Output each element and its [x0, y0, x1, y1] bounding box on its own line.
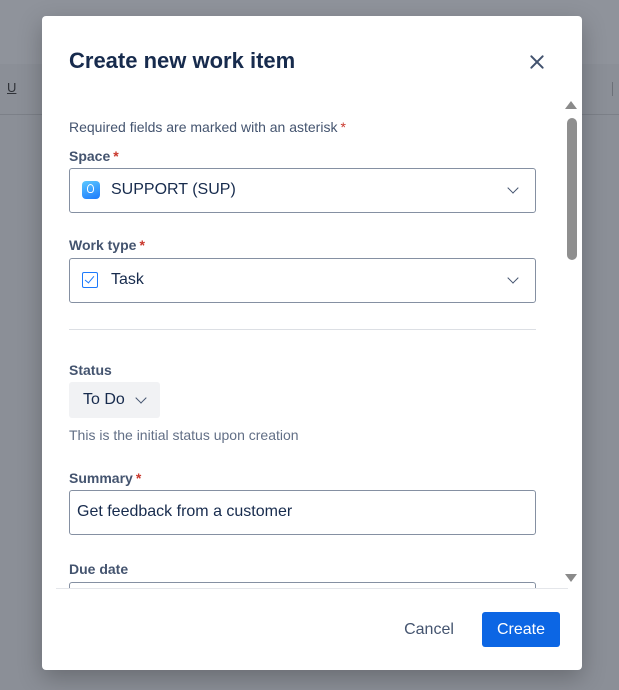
space-label: Space *	[69, 148, 119, 164]
required-asterisk: *	[340, 119, 346, 135]
status-help-text: This is the initial status upon creation	[69, 427, 299, 443]
summary-label: Summary *	[69, 470, 141, 486]
status-dropdown-button[interactable]: To Do	[69, 382, 160, 418]
create-button[interactable]: Create	[482, 612, 560, 647]
space-label-text: Space	[69, 148, 111, 164]
chevron-down-icon	[507, 272, 519, 284]
scrollbar-thumb[interactable]	[567, 118, 577, 260]
cancel-button[interactable]: Cancel	[388, 612, 470, 647]
underline-tool-icon: U	[7, 80, 17, 95]
toolbar-divider	[612, 82, 613, 96]
work-type-select-value: Task	[111, 271, 144, 288]
summary-input[interactable]: Get feedback from a customer	[69, 490, 536, 535]
status-label: Status	[69, 362, 112, 378]
status-value: To Do	[83, 391, 125, 408]
footer-divider	[56, 588, 568, 589]
status-label-text: Status	[69, 362, 112, 378]
work-type-select[interactable]: Task	[69, 258, 536, 303]
space-logo-icon	[82, 181, 100, 199]
required-fields-note: Required fields are marked with an aster…	[69, 119, 346, 135]
space-select-value: SUPPORT (SUP)	[111, 181, 236, 198]
space-select[interactable]: SUPPORT (SUP)	[69, 168, 536, 213]
required-asterisk: *	[135, 470, 142, 486]
dialog-title: Create new work item	[69, 48, 296, 73]
summary-label-text: Summary	[69, 470, 133, 486]
required-asterisk: *	[139, 237, 145, 253]
summary-input-value: Get feedback from a customer	[77, 503, 293, 520]
task-checkbox-icon	[82, 272, 98, 288]
required-note-text: Required fields are marked with an aster…	[69, 119, 338, 135]
scroll-down-arrow-icon[interactable]	[565, 574, 577, 582]
work-type-label: Work type *	[69, 237, 145, 253]
due-date-label: Due date	[69, 561, 128, 577]
close-icon[interactable]	[525, 50, 549, 74]
section-divider	[69, 329, 536, 330]
chevron-down-icon	[507, 182, 519, 194]
create-work-item-dialog: Create new work item Required fields are…	[42, 16, 582, 670]
work-type-label-text: Work type	[69, 237, 137, 253]
scroll-up-arrow-icon[interactable]	[565, 101, 577, 109]
chevron-down-icon	[135, 392, 147, 404]
required-asterisk: *	[113, 148, 119, 164]
dialog-form: Required fields are marked with an aster…	[42, 98, 582, 588]
due-date-label-text: Due date	[69, 561, 129, 577]
